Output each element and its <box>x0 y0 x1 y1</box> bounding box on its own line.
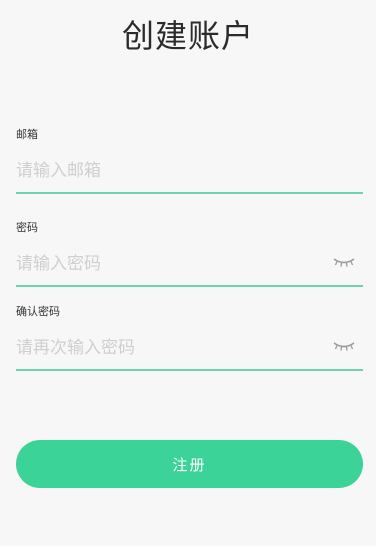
password-label: 密码 <box>16 221 38 234</box>
register-button[interactable]: 注册 <box>16 440 363 488</box>
eye-closed-icon[interactable] <box>332 340 356 352</box>
confirm-password-label: 确认密码 <box>16 305 60 318</box>
email-label: 邮箱 <box>16 128 38 141</box>
email-input-row <box>16 156 363 194</box>
password-input[interactable] <box>16 249 316 279</box>
password-field-group: 密码 <box>16 221 363 287</box>
password-input-row <box>16 249 363 287</box>
confirm-password-input-row <box>16 333 363 371</box>
email-input[interactable] <box>16 156 316 186</box>
page-title: 创建账户 <box>121 17 254 55</box>
email-field-group: 邮箱 <box>16 128 363 194</box>
confirm-password-field-group: 确认密码 <box>16 305 363 371</box>
eye-closed-icon[interactable] <box>332 256 356 268</box>
confirm-password-input[interactable] <box>16 333 316 363</box>
